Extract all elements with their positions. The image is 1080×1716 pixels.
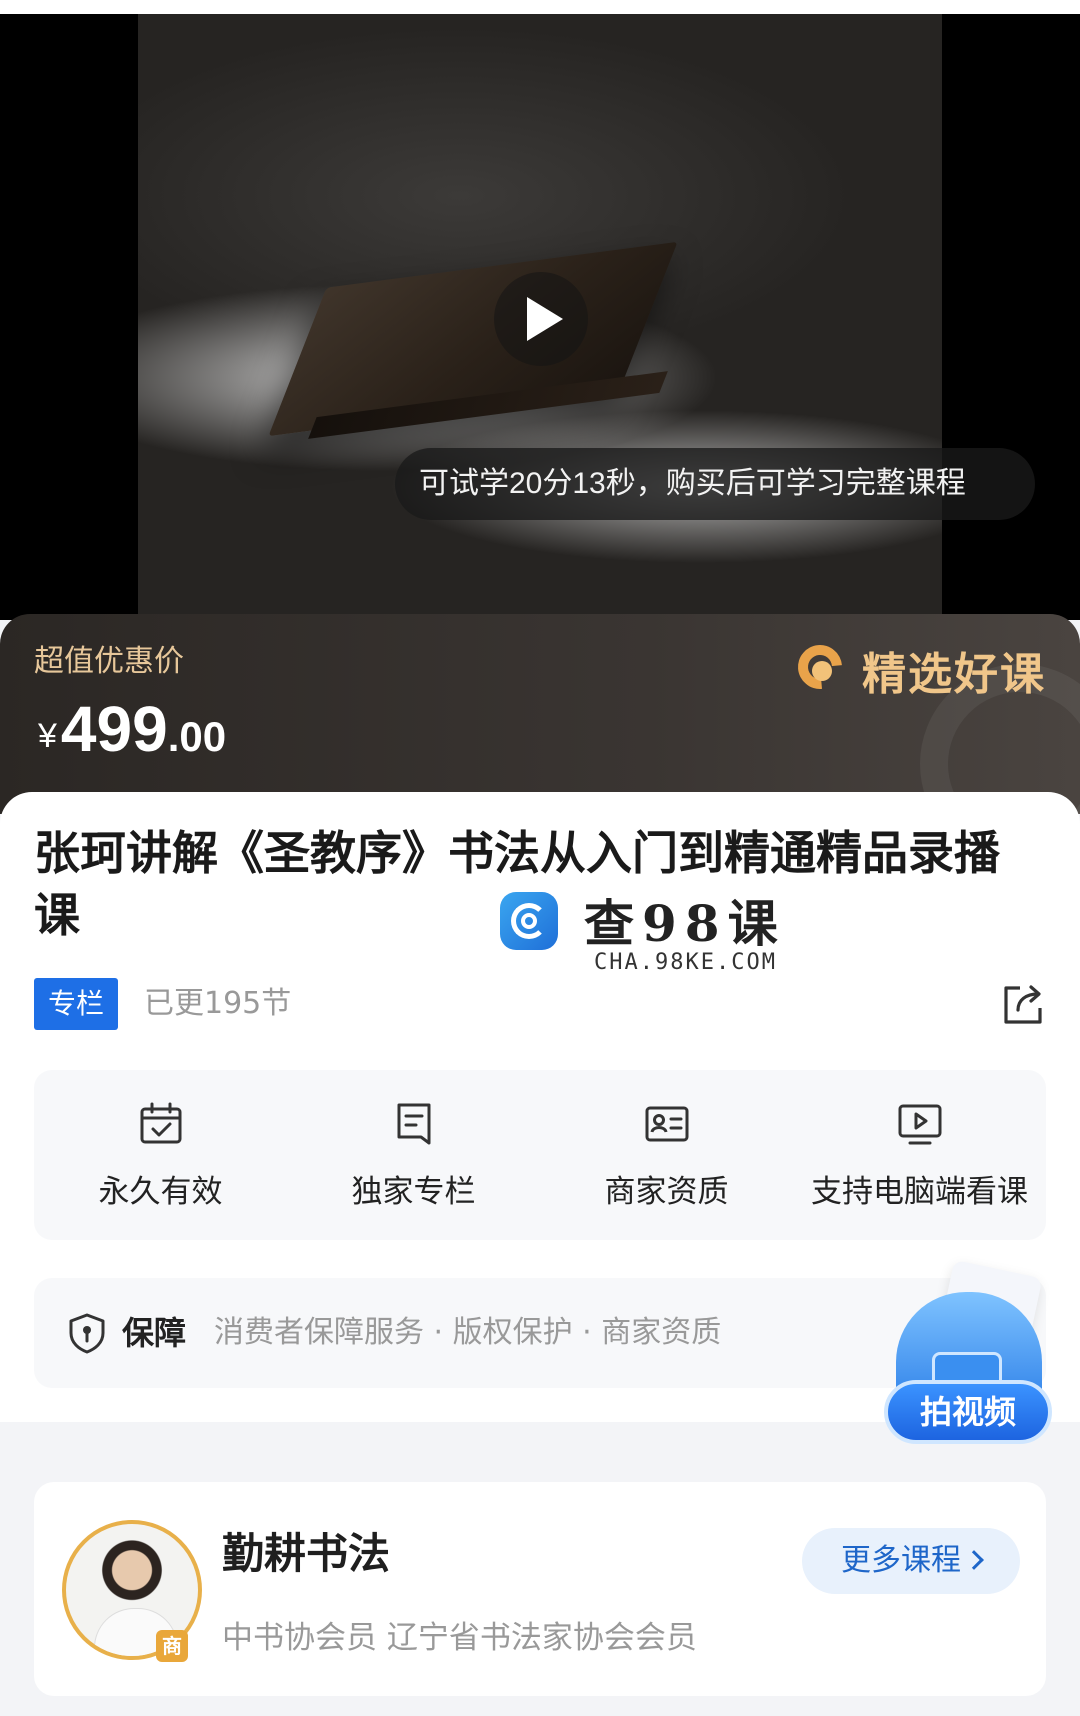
featured-course-badge: 精选好课: [789, 636, 1046, 702]
feature-merchant: 商家资质: [540, 1070, 793, 1240]
shoot-video-label: 拍视频: [884, 1380, 1052, 1444]
chevron-right-icon: [964, 1550, 984, 1570]
more-courses-button[interactable]: 更多课程: [802, 1528, 1020, 1594]
feature-pc-support: 支持电脑端看课: [793, 1070, 1046, 1240]
author-description: 中书协会员 辽宁省书法家协会会员: [222, 1620, 697, 1656]
share-icon[interactable]: [998, 980, 1046, 1028]
shield-icon: [69, 1313, 105, 1354]
author-name: 勤耕书法: [222, 1529, 391, 1578]
currency-symbol: ¥: [38, 717, 57, 755]
trial-notice: 可试学20分13秒，购买后可学习完整课程: [395, 448, 1035, 520]
watermark: 查98课 CHA.98KE.COM: [500, 884, 790, 975]
guarantee-items: 消费者保障服务 · 版权保护 · 商家资质: [214, 1315, 722, 1350]
price-decimal: .00: [167, 713, 227, 760]
feature-label: 商家资质: [604, 1174, 729, 1210]
author-card[interactable]: 商 勤耕书法 中书协会员 辽宁省书法家协会会员 更多课程: [34, 1482, 1046, 1696]
feature-label: 永久有效: [98, 1174, 223, 1210]
feature-exclusive: 独家专栏: [287, 1070, 540, 1240]
play-icon: [527, 297, 563, 341]
watermark-url: CHA.98KE.COM: [594, 950, 777, 975]
price: ¥499.00: [38, 692, 226, 766]
course-meta-row: 专栏 已更195节: [34, 978, 1046, 1032]
feature-permanent: 永久有效: [34, 1070, 287, 1240]
guarantee-title: 保障: [122, 1314, 187, 1352]
shoot-video-button[interactable]: 拍视频: [884, 1259, 1052, 1448]
feature-label: 独家专栏: [351, 1174, 476, 1210]
featured-logo-icon: [789, 636, 851, 699]
feature-label: 支持电脑端看课: [811, 1174, 1028, 1210]
top-strip: [0, 0, 1080, 14]
more-courses-label: 更多课程: [841, 1543, 961, 1578]
video-player[interactable]: 可试学20分13秒，购买后可学习完整课程: [0, 14, 1080, 620]
play-button[interactable]: [494, 272, 588, 366]
monitor-play-icon: [898, 1104, 941, 1145]
update-count: 已更195节: [144, 986, 292, 1021]
watermark-logo-icon: [500, 892, 558, 950]
price-banner: 超值优惠价 ¥499.00 精选好课: [0, 614, 1080, 814]
merchant-badge: 商: [156, 1630, 188, 1662]
price-label: 超值优惠价: [34, 644, 184, 679]
column-tag: 专栏: [34, 978, 118, 1030]
price-integer: 499: [60, 693, 168, 765]
document-icon: [397, 1103, 430, 1145]
watermark-text: 查98课: [584, 894, 786, 953]
id-card-icon: [645, 1106, 688, 1142]
feature-list: 永久有效 独家专栏 商家资质 支持电脑端看课: [34, 1070, 1046, 1240]
calendar-check-icon: [140, 1102, 181, 1144]
author-section: 商 勤耕书法 中书协会员 辽宁省书法家协会会员 更多课程: [0, 1446, 1080, 1716]
featured-badge-text: 精选好课: [862, 649, 1046, 700]
